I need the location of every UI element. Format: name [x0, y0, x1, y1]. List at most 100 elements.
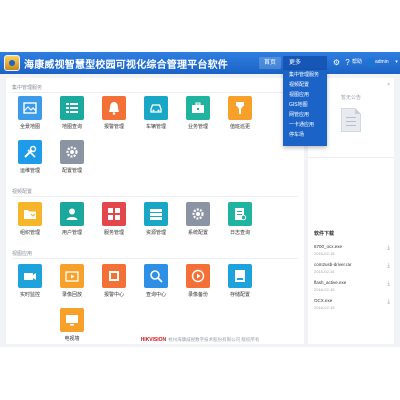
- menu-item-gis[interactable]: GIS地图: [283, 100, 327, 110]
- tile-patrol[interactable]: 值班巡更: [220, 96, 260, 138]
- camera-icon: [18, 264, 42, 288]
- folder-icon: [18, 202, 42, 226]
- tile-label: 系统配置: [187, 230, 208, 236]
- car-icon: [144, 96, 168, 120]
- download-name: OCX.exe: [314, 298, 333, 303]
- tile-label: 报警中心: [103, 292, 124, 298]
- settings-icon[interactable]: ⚙: [332, 58, 341, 67]
- tile-alarm-center[interactable]: 报警中心: [94, 264, 134, 306]
- section-divider: [12, 196, 298, 197]
- tile-label: 录像回放: [61, 292, 82, 298]
- briefcase-icon: [186, 96, 210, 120]
- section-title-view: 视图应用: [12, 251, 33, 257]
- menu-item-central[interactable]: 集中管理服务: [283, 70, 327, 80]
- app-logo: [4, 55, 20, 71]
- tile-label: 服务管理: [103, 230, 124, 236]
- storage-icon: [228, 264, 252, 288]
- tile-resource-manage[interactable]: 资源管理: [136, 202, 176, 244]
- tile-label: 报警管理: [103, 124, 124, 130]
- tile-org-manage[interactable]: 组织管理: [10, 202, 50, 244]
- download-icon[interactable]: ⤓: [387, 281, 390, 288]
- section-divider: [12, 92, 298, 93]
- tile-record-backup[interactable]: 录像备份: [178, 264, 218, 306]
- tile-label: 日志查询: [229, 230, 250, 236]
- close-icon[interactable]: ×: [387, 82, 390, 88]
- download-item[interactable]: flash_active.exe 2016-02-15 ⤓: [314, 280, 390, 298]
- chevron-down-icon[interactable]: ▾: [392, 58, 400, 67]
- main-panel: 集中管理服务 全景地图 地图查询 报警管理 车辆管理 业务管理 值班巡更 运维管…: [6, 78, 304, 344]
- gear-icon: [186, 202, 210, 226]
- footer: HIKVISION 杭州海康威视数字技术股份有限公司 版权所有: [0, 335, 400, 345]
- section-title-central: 集中管理服务: [12, 85, 43, 91]
- tile-live-view[interactable]: 实时监控: [10, 264, 50, 306]
- user-name[interactable]: admin: [375, 58, 389, 67]
- tile-system-config[interactable]: 系统配置: [178, 202, 218, 244]
- tile-business-manage[interactable]: 业务管理: [178, 96, 218, 138]
- tools-icon: [18, 140, 42, 164]
- tile-label: 配置管理: [61, 168, 82, 174]
- tile-query-center[interactable]: 查询中心: [136, 264, 176, 306]
- document-icon: [341, 108, 361, 132]
- tile-label: 录像备份: [187, 292, 208, 298]
- user-icon[interactable]: 👤: [366, 58, 376, 67]
- more-menu: 集中管理服务 视频配置 视图应用 GIS地图 网管应用 一卡通应用 停车场: [283, 70, 327, 146]
- menu-item-video-config[interactable]: 视频配置: [283, 80, 327, 90]
- tile-playback[interactable]: 录像回放: [52, 264, 92, 306]
- downloads-title: 软件下载: [314, 231, 335, 237]
- download-icon[interactable]: ⤓: [387, 299, 390, 306]
- tile-label: 全景地图: [19, 124, 40, 130]
- server-icon: [144, 202, 168, 226]
- menu-item-parking[interactable]: 停车场: [283, 130, 327, 140]
- nav-home-button[interactable]: 首页: [259, 57, 281, 69]
- menu-item-card[interactable]: 一卡通应用: [283, 120, 327, 130]
- tile-storage-config[interactable]: 存储配置: [220, 264, 260, 306]
- download-date: 2016-02-15: [314, 269, 335, 274]
- download-icon[interactable]: ⤓: [387, 263, 390, 270]
- download-date: 2016-02-15: [314, 287, 335, 292]
- tile-map-query[interactable]: 地图查询: [52, 96, 92, 138]
- grid-icon: [102, 202, 126, 226]
- list-icon: [60, 96, 84, 120]
- map-icon: [18, 96, 42, 120]
- download-name: flash_active.exe: [314, 280, 347, 285]
- tile-label: 车辆管理: [145, 124, 166, 130]
- tile-log-query[interactable]: 日志查询: [220, 202, 260, 244]
- menu-item-view-app[interactable]: 视图应用: [283, 90, 327, 100]
- tile-label: 值班巡更: [229, 124, 250, 130]
- download-icon[interactable]: ⤓: [387, 245, 390, 252]
- download-item[interactable]: 6700_ocx.exe 2016-02-15 ⤓: [314, 244, 390, 262]
- download-date: 2016-02-15: [314, 251, 335, 256]
- download-item[interactable]: com2usb-driver.rar 2016-02-15 ⤓: [314, 262, 390, 280]
- download-name: com2usb-driver.rar: [314, 262, 352, 267]
- menu-item-network[interactable]: 网管应用: [283, 110, 327, 120]
- tile-label: 实时监控: [19, 292, 40, 298]
- tile-panorama-map[interactable]: 全景地图: [10, 96, 50, 138]
- tile-service-manage[interactable]: 服务管理: [94, 202, 134, 244]
- search-icon: [144, 264, 168, 288]
- help-link[interactable]: 帮助: [352, 58, 362, 67]
- download-date: 2016-02-15: [314, 305, 335, 310]
- footer-brand: HIKVISION: [140, 337, 167, 343]
- alarm-center-icon: [102, 264, 126, 288]
- tile-user-manage[interactable]: 用户管理: [52, 202, 92, 244]
- tile-config-manage[interactable]: 配置管理: [52, 140, 92, 182]
- tile-alarm-manage[interactable]: 报警管理: [94, 96, 134, 138]
- tile-label: 组织管理: [19, 230, 40, 236]
- app-window: 海康威视智慧型校园可视化综合管理平台软件 首页 更多 ⚙ ? 帮助 👤 admi…: [0, 52, 400, 347]
- tile-label: 资源管理: [145, 230, 166, 236]
- tv-icon: [60, 308, 84, 332]
- footer-copyright: 杭州海康威视数字技术股份有限公司 版权所有: [168, 337, 260, 342]
- tile-ops-manage[interactable]: 运维管理: [10, 140, 50, 182]
- tile-label: 查询中心: [145, 292, 166, 298]
- tile-label: 业务管理: [187, 124, 208, 130]
- tile-label: 存储配置: [229, 292, 250, 298]
- log-icon: [228, 202, 252, 226]
- tile-label: 运维管理: [19, 168, 40, 174]
- tile-label: 用户管理: [61, 230, 82, 236]
- nav-more-button[interactable]: 更多: [283, 56, 327, 70]
- help-icon[interactable]: ?: [343, 58, 352, 67]
- download-item[interactable]: OCX.exe 2016-02-15 ⤓: [314, 298, 390, 316]
- alarm-icon: [102, 96, 126, 120]
- playback-icon: [60, 264, 84, 288]
- tile-vehicle-manage[interactable]: 车辆管理: [136, 96, 176, 138]
